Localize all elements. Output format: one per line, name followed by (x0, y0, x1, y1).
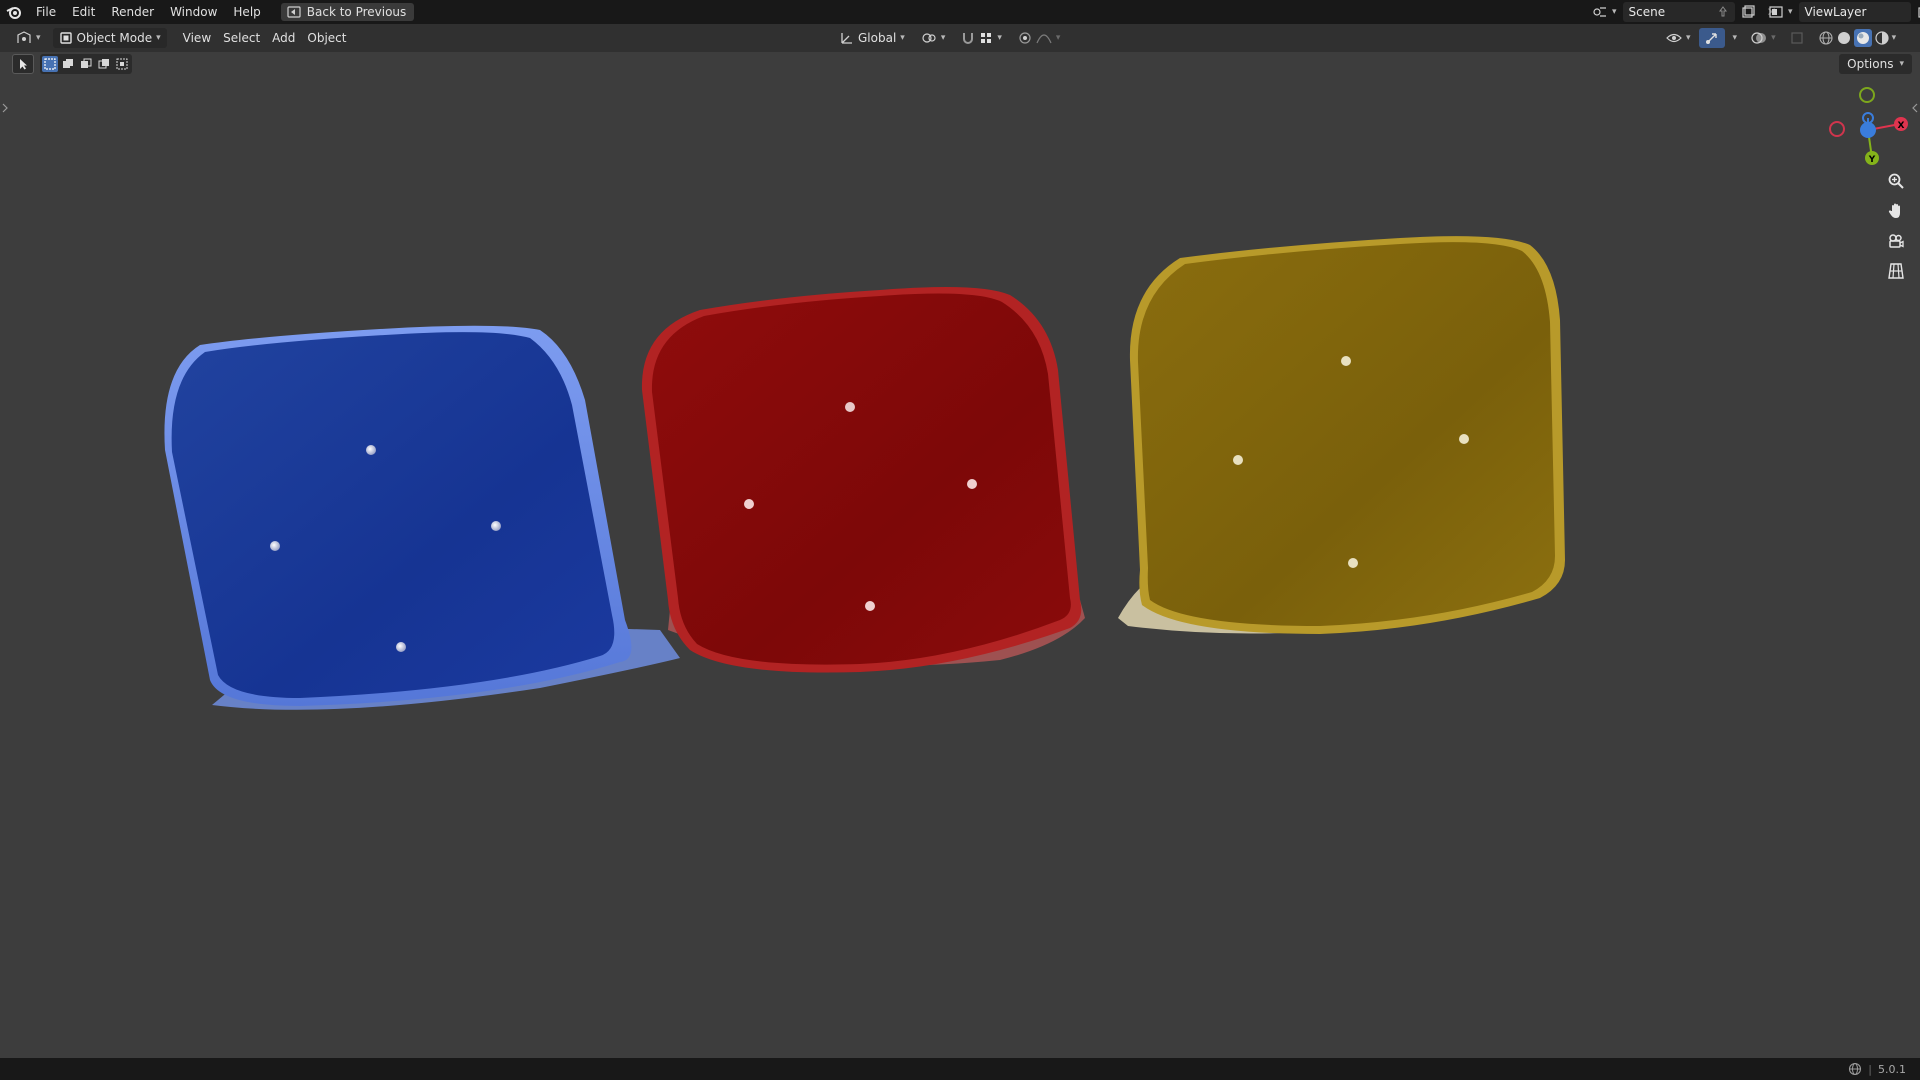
menu-add[interactable]: Add (266, 28, 301, 48)
bolt-hole (967, 479, 977, 489)
wireframe-shading-icon[interactable] (1818, 30, 1834, 46)
menu-file[interactable]: File (28, 0, 64, 24)
material-shading-icon[interactable] (1853, 29, 1872, 47)
falloff-icon (1036, 34, 1052, 44)
bolt-hole (744, 499, 754, 509)
3d-viewport-icon (17, 31, 31, 43)
bolt-hole (366, 445, 376, 455)
gizmo-neg-y-icon[interactable] (1859, 87, 1875, 103)
bolt-hole (1341, 356, 1351, 366)
blender-logo-icon[interactable] (0, 0, 28, 24)
bolt-hole (845, 402, 855, 412)
menu-select[interactable]: Select (217, 28, 266, 48)
menu-window[interactable]: Window (162, 0, 225, 24)
xray-toggle[interactable] (1784, 28, 1810, 48)
bolt-hole (270, 541, 280, 551)
blender-window: File Edit Render Window Help Back to Pre… (0, 0, 1920, 1080)
scene-selector: ▾ Scene ✕ (1586, 2, 1783, 22)
scene-name-field[interactable]: Scene (1622, 2, 1735, 22)
3d-viewport[interactable] (0, 52, 1920, 1058)
menu-view[interactable]: View (177, 28, 217, 48)
gizmo-x-label: X (1898, 121, 1905, 131)
gizmo-y-label: Y (1868, 155, 1876, 165)
duplicate-icon (1741, 5, 1755, 18)
zoom-button[interactable] (1883, 168, 1909, 194)
bolt-hole (1233, 455, 1243, 465)
orientation-label: Global (858, 31, 897, 45)
yellow-seat[interactable] (1118, 236, 1565, 634)
status-separator: | (1868, 1062, 1872, 1076)
eye-selectability-icon (1666, 33, 1682, 43)
blue-seat[interactable] (164, 325, 680, 710)
editor-type-dropdown[interactable]: ▾ (10, 28, 47, 48)
gizmo-z-icon[interactable] (1860, 122, 1876, 138)
bolt-hole (396, 642, 406, 652)
pivot-icon (922, 33, 936, 43)
pivot-point-dropdown[interactable]: ▾ (915, 28, 952, 48)
perspective-toggle-button[interactable] (1883, 258, 1909, 284)
network-globe-icon[interactable] (1848, 1062, 1862, 1076)
bolt-hole (1348, 558, 1358, 568)
new-viewlayer-button[interactable] (1911, 2, 1920, 22)
visibility-dropdown[interactable]: ▾ (1660, 28, 1697, 48)
pan-button[interactable] (1883, 198, 1909, 224)
proportional-icon (1019, 32, 1031, 44)
transform-tools: Global ▾ ▾ ▾ ▾ (834, 28, 1066, 48)
gizmo-toggle[interactable] (1698, 28, 1725, 48)
menu-edit[interactable]: Edit (64, 0, 103, 24)
back-button-label: Back to Previous (306, 5, 407, 19)
viewlayer-type-dropdown[interactable]: ▾ (1762, 2, 1799, 22)
menu-help[interactable]: Help (225, 0, 268, 24)
bolt-hole (491, 521, 501, 531)
proportional-editing-toggle[interactable]: ▾ (1012, 28, 1067, 48)
camera-view-button[interactable] (1883, 228, 1909, 254)
snap-toggle[interactable]: ▾ (955, 28, 1008, 48)
orientation-icon (841, 33, 852, 44)
mode-label: Object Mode (76, 31, 153, 45)
viewlayer-name-field[interactable]: ViewLayer (1798, 2, 1911, 22)
menu-object[interactable]: Object (301, 28, 352, 48)
rendered-shading-icon[interactable] (1874, 30, 1890, 46)
viewlayer-icon (1769, 6, 1783, 18)
gizmo-icon (1705, 33, 1717, 44)
zoom-icon (1888, 173, 1904, 189)
grid-perspective-icon (1888, 263, 1904, 279)
back-to-previous-button[interactable]: Back to Previous (280, 3, 415, 21)
scene-icon (1593, 7, 1606, 17)
gizmo-neg-x-icon[interactable] (1829, 121, 1845, 137)
snap-grid-icon (981, 33, 992, 43)
viewport-header: ▾ Object Mode ▾ View Select Add Object G… (0, 24, 1920, 52)
red-seat[interactable] (641, 286, 1085, 673)
top-menu-bar: File Edit Render Window Help Back to Pre… (0, 0, 1920, 24)
shading-modes: ▾ (1812, 28, 1903, 48)
scene-name: Scene (1628, 5, 1666, 19)
version-label: 5.0.1 (1878, 1062, 1906, 1076)
transform-orientation-dropdown[interactable]: Global ▾ (834, 28, 911, 48)
navigation-gizmo[interactable]: X Y (1820, 82, 1920, 172)
pin-icon (1718, 6, 1727, 17)
gizmo-dropdown[interactable]: ▾ (1727, 28, 1744, 48)
status-bar: | 5.0.1 (0, 1058, 1920, 1080)
bolt-hole (865, 601, 875, 611)
solid-shading-icon[interactable] (1836, 30, 1852, 46)
camera-icon (1889, 234, 1904, 248)
magnet-icon (963, 33, 974, 44)
object-mode-icon (59, 32, 72, 44)
back-icon (287, 6, 301, 18)
bolt-hole (1459, 434, 1469, 444)
viewlayer-selector: ▾ ViewLayer ✕ (1762, 2, 1920, 22)
duplicate-icon (1917, 5, 1920, 18)
viewport-display-tools: ▾ ▾ ▾ ▾ (1660, 28, 1902, 48)
scene-type-dropdown[interactable]: ▾ (1586, 2, 1623, 22)
xray-icon (1790, 32, 1803, 44)
viewlayer-name: ViewLayer (1804, 5, 1867, 19)
new-scene-button[interactable] (1735, 2, 1761, 22)
menu-render[interactable]: Render (103, 0, 162, 24)
mode-dropdown[interactable]: Object Mode ▾ (52, 28, 167, 48)
hand-icon (1888, 203, 1900, 218)
overlays-toggle[interactable]: ▾ (1745, 28, 1782, 48)
overlays-icon (1751, 32, 1767, 44)
